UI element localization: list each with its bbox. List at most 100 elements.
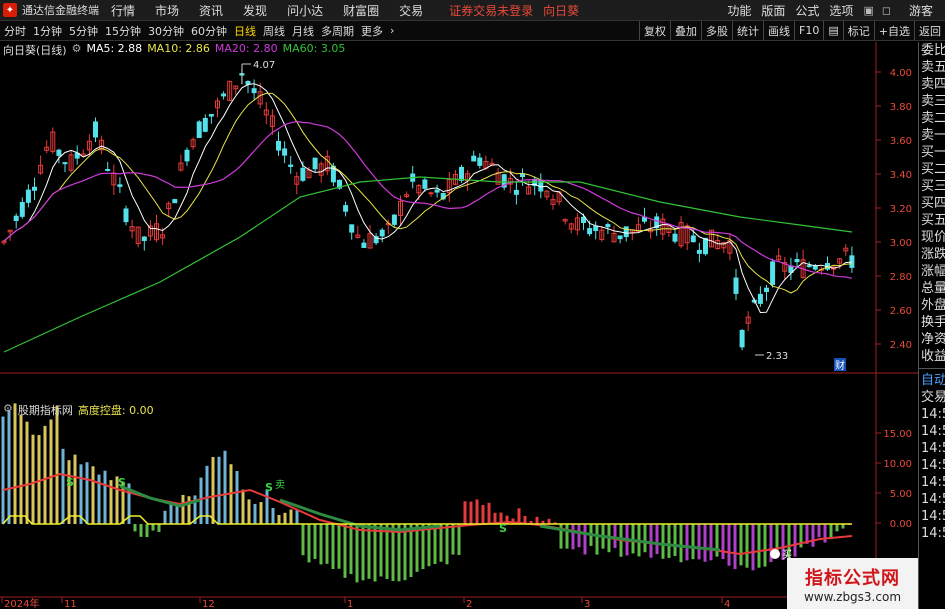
indicator-bar bbox=[43, 425, 47, 524]
candle-down bbox=[459, 166, 464, 181]
menu-market[interactable]: 市场 bbox=[155, 2, 179, 19]
menu-discover[interactable]: 发现 bbox=[243, 2, 267, 19]
indicator-bar bbox=[751, 524, 755, 571]
indicator-bar bbox=[283, 512, 287, 524]
indicator-bar bbox=[457, 524, 461, 556]
sell-signal-4: S bbox=[499, 522, 507, 535]
quote-change-pct: 涨幅 bbox=[921, 264, 945, 279]
candle-down bbox=[806, 265, 812, 268]
auto-trade-toggle[interactable]: 自动 bbox=[919, 372, 945, 389]
indicator-tick-label: 15.00 bbox=[883, 429, 912, 440]
indicator-bar bbox=[355, 524, 359, 583]
period-1min[interactable]: 1分钟 bbox=[33, 23, 62, 39]
trade-time: 14:56 bbox=[921, 475, 945, 490]
quote-bid2: 买二 bbox=[921, 162, 945, 177]
indicator-bar bbox=[61, 448, 65, 524]
trade-time: 14:56 bbox=[921, 424, 945, 439]
date-tick-label: 3 bbox=[584, 599, 590, 609]
indicator-bar bbox=[25, 421, 29, 524]
menu-options[interactable]: 选项 bbox=[829, 2, 853, 19]
indicator-bar bbox=[157, 524, 161, 532]
period-5min[interactable]: 5分钟 bbox=[69, 23, 98, 39]
menu-formula[interactable]: 公式 bbox=[795, 2, 819, 19]
period-monthly[interactable]: 月线 bbox=[292, 23, 314, 39]
trade-time: 14:56 bbox=[921, 441, 945, 456]
trade-time: 14:56 bbox=[921, 509, 945, 524]
indicator-bar bbox=[595, 524, 599, 555]
indicator-bar bbox=[817, 524, 821, 538]
statistics-button[interactable]: 统计 bbox=[732, 21, 763, 40]
menu-layout[interactable]: 版面 bbox=[761, 2, 785, 19]
menu-ask[interactable]: 问小达 bbox=[287, 2, 323, 19]
f10-button[interactable]: F10 bbox=[794, 21, 823, 40]
watermark-title: 指标公式网 bbox=[805, 567, 900, 589]
indicator-bar bbox=[55, 405, 59, 524]
indicator-bar bbox=[139, 524, 143, 537]
candle-down bbox=[696, 249, 702, 254]
period-multi[interactable]: 多周期 bbox=[321, 23, 354, 39]
menu-function[interactable]: 功能 bbox=[727, 2, 751, 19]
price-tick-label: 3.60 bbox=[890, 136, 912, 147]
indicator-bar bbox=[565, 524, 569, 549]
period-more[interactable]: 更多 bbox=[361, 23, 383, 39]
candle-down bbox=[93, 121, 98, 138]
date-tick-label: 12 bbox=[202, 599, 215, 609]
draw-line-button[interactable]: 画线 bbox=[763, 21, 794, 40]
candle-down bbox=[739, 329, 745, 348]
restore-rights-button[interactable]: 复权 bbox=[639, 21, 670, 40]
indicator-bar bbox=[247, 499, 251, 524]
guest-user[interactable]: 游客 bbox=[909, 2, 933, 19]
date-tick-label: 11 bbox=[64, 599, 77, 609]
period-intraday[interactable]: 分时 bbox=[4, 23, 26, 39]
period-toolbar: 分时 1分钟 5分钟 15分钟 30分钟 60分钟 日线 周线 月线 多周期 更… bbox=[0, 21, 945, 41]
candle-down bbox=[361, 242, 367, 248]
indicator-bar bbox=[277, 515, 281, 524]
restore-icon[interactable]: ◻ bbox=[882, 4, 891, 17]
indicator-bar bbox=[19, 415, 23, 524]
period-weekly[interactable]: 周线 bbox=[263, 23, 285, 39]
quote-ask4: 卖四 bbox=[921, 77, 945, 92]
menu-trade[interactable]: 交易 bbox=[399, 2, 423, 19]
add-watchlist-button[interactable]: +自选 bbox=[873, 21, 914, 40]
indicator-bar bbox=[253, 503, 257, 524]
indicator-bar bbox=[211, 456, 215, 524]
candle-down bbox=[56, 149, 62, 156]
indicator-bar bbox=[829, 524, 833, 540]
indicator-settings-icon[interactable]: ⚙ bbox=[3, 402, 13, 418]
candle-down bbox=[391, 214, 397, 225]
indicator-bar bbox=[451, 524, 455, 555]
back-button[interactable]: 返回 bbox=[914, 21, 945, 40]
indicator-tick-label: 0.00 bbox=[890, 519, 912, 530]
menu-news[interactable]: 资讯 bbox=[199, 2, 223, 19]
indicator-bar bbox=[577, 524, 581, 548]
menu-bar: ✦ 通达信金融终端 行情 市场 资讯 发现 问小达 财富圈 交易 证券交易未登录… bbox=[0, 0, 945, 21]
period-60min[interactable]: 60分钟 bbox=[191, 23, 227, 39]
watermark-url: www.zbgs3.com bbox=[803, 589, 902, 604]
candle-down bbox=[105, 169, 111, 172]
period-30min[interactable]: 30分钟 bbox=[148, 23, 184, 39]
indicator-bar bbox=[367, 524, 371, 579]
trades-header: 交易 bbox=[921, 390, 945, 405]
indicator-bar bbox=[265, 490, 269, 524]
candle-down bbox=[477, 157, 483, 166]
multi-stock-button[interactable]: 多股 bbox=[701, 21, 732, 40]
period-15min[interactable]: 15分钟 bbox=[105, 23, 141, 39]
book-icon[interactable]: ▤ bbox=[823, 21, 842, 40]
period-daily[interactable]: 日线 bbox=[234, 23, 256, 39]
more-chevron-icon[interactable]: › bbox=[390, 24, 394, 37]
candle-down bbox=[349, 224, 355, 233]
window-mode-icon[interactable]: ▣ bbox=[863, 4, 873, 17]
indicator-bar bbox=[67, 460, 71, 524]
menu-quotes[interactable]: 行情 bbox=[111, 2, 135, 19]
overlay-button[interactable]: 叠加 bbox=[670, 21, 701, 40]
candle-down bbox=[422, 179, 428, 189]
candle-down bbox=[288, 164, 294, 167]
login-status[interactable]: 证券交易未登录 bbox=[449, 2, 533, 19]
mark-button[interactable]: 标记 bbox=[842, 21, 874, 40]
quote-bid-ratio: 委比 bbox=[921, 43, 945, 58]
menu-wealth[interactable]: 财富圈 bbox=[343, 2, 379, 19]
indicator-bar bbox=[571, 524, 575, 550]
kline-chart[interactable]: 4.003.803.603.403.203.002.802.602.40 15.… bbox=[0, 42, 918, 609]
candle-down bbox=[593, 225, 599, 232]
indicator-bar bbox=[37, 435, 41, 524]
